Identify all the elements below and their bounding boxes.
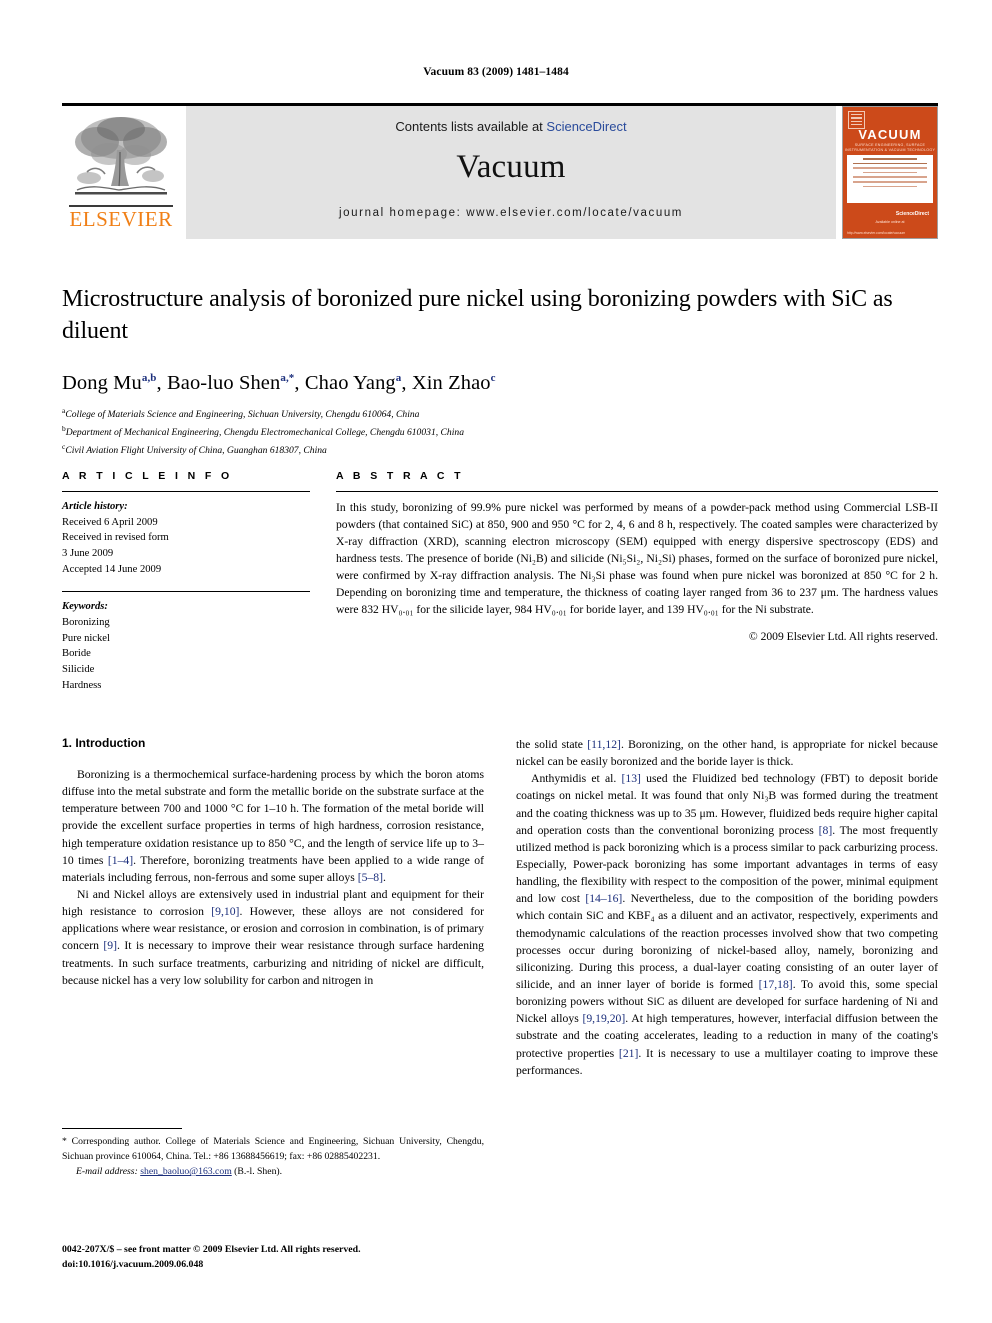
running-head: Vacuum 83 (2009) 1481–1484: [423, 66, 569, 78]
citation-ref[interactable]: [5–8]: [358, 871, 383, 884]
abstract-text: In this study, boronizing of 99.9% pure …: [336, 501, 938, 617]
cover-content-box: [847, 155, 933, 203]
author-marks: a,*: [280, 371, 295, 384]
abstract-copyright: © 2009 Elsevier Ltd. All rights reserved…: [748, 630, 938, 644]
history-item: 3 June 2009: [62, 548, 114, 560]
journal-title: Vacuum: [456, 149, 566, 185]
abstract-heading: A B S T R A C T: [336, 470, 464, 482]
paragraph: Anthymidis et al. [13] used the Fluidize…: [516, 772, 939, 1077]
article-info-column: A R T I C L E I N F O Article history: R…: [62, 470, 310, 693]
author-marks: a,b: [141, 371, 157, 384]
citation-ref[interactable]: [14–16]: [585, 892, 622, 905]
affiliation-text: College of Materials Science and Enginee…: [65, 409, 420, 421]
cover-title: VACUUM: [858, 127, 922, 142]
elsevier-wordmark: ELSEVIER: [69, 205, 173, 231]
paragraph: Boronizing is a thermochemical surface-h…: [62, 768, 484, 884]
affiliation-list: aCollege of Materials Science and Engine…: [62, 405, 938, 458]
affiliation-item: cCivil Aviation Flight University of Chi…: [62, 441, 938, 459]
author-name: Bao-luo Shen: [166, 371, 281, 394]
cover-sciencedirect-mark: ScienceDirect: [895, 211, 929, 217]
cover-subtitle: SURFACE ENGINEERING, SURFACE INSTRUMENTA…: [844, 143, 936, 153]
affiliation-item: bDepartment of Mechanical Engineering, C…: [62, 423, 938, 441]
paragraph: Ni and Nickel alloys are extensively use…: [62, 887, 484, 987]
title-block: Microstructure analysis of boronized pur…: [62, 284, 938, 459]
section-heading-introduction: 1. Introduction: [62, 736, 146, 750]
cover-url: http://www.elsevier.com/locate/vacuum: [847, 231, 906, 235]
paper-page: Vacuum 83 (2009) 1481–1484 ELSEVIER Cont…: [0, 0, 992, 1323]
paragraph: the solid state [11,12]. Boronizing, on …: [516, 738, 938, 769]
citation-ref[interactable]: [11,12]: [587, 738, 621, 751]
corresponding-author-note: * Corresponding author. College of Mater…: [62, 1136, 484, 1162]
journal-masthead: ELSEVIER Contents lists available at Sci…: [62, 103, 938, 239]
body-column-right: the solid state [11,12]. Boronizing, on …: [516, 736, 938, 1079]
article-info-rule: [62, 491, 310, 492]
page-title: Microstructure analysis of boronized pur…: [62, 286, 893, 344]
author-name: Chao Yang: [304, 371, 396, 394]
keyword-item: Silicide: [62, 664, 95, 676]
affiliation-text: Civil Aviation Flight University of Chin…: [65, 445, 327, 457]
abstract-rule: [336, 491, 938, 492]
contents-available-line: Contents lists available at ScienceDirec…: [395, 119, 626, 134]
citation-ref[interactable]: [9,19,20]: [582, 1012, 625, 1025]
author-name: Dong Mu: [62, 371, 142, 394]
sciencedirect-link[interactable]: ScienceDirect: [546, 119, 626, 134]
elsevier-logo: ELSEVIER: [62, 106, 180, 239]
cover-bottom-note: Available online at: [875, 220, 905, 225]
abstract-column: A B S T R A C T In this study, boronizin…: [336, 470, 938, 693]
email-note: E-mail address: shen_baoluo@163.com (B.-…: [62, 1166, 484, 1177]
info-abstract-section: A R T I C L E I N F O Article history: R…: [62, 470, 938, 693]
history-item: Received 6 April 2009: [62, 516, 158, 528]
article-info-heading: A R T I C L E I N F O: [62, 470, 233, 482]
imprint-line-doi: doi:10.1016/j.vacuum.2009.06.048: [62, 1258, 204, 1270]
body-column-left: 1. Introduction Boronizing is a thermoch…: [62, 736, 484, 1079]
keywords-block: Keywords: Boronizing Pure nickel Boride …: [62, 599, 310, 693]
affiliation-item: aCollege of Materials Science and Engine…: [62, 405, 938, 423]
citation-ref[interactable]: [8]: [819, 824, 833, 837]
keyword-item: Pure nickel: [62, 632, 110, 644]
citation-ref[interactable]: [9]: [103, 939, 117, 952]
contents-prefix-text: Contents lists available at: [395, 119, 547, 134]
citation-ref[interactable]: [1–4]: [108, 854, 133, 867]
masthead-center-panel: Contents lists available at ScienceDirec…: [186, 106, 836, 239]
history-item: Received in revised form: [62, 532, 169, 544]
imprint-line-issn: 0042-207X/$ – see front matter © 2009 El…: [62, 1244, 361, 1255]
citation-ref[interactable]: [17,18]: [759, 978, 793, 991]
email-label: E-mail address:: [76, 1166, 138, 1178]
keywords-rule: [62, 591, 310, 593]
citation-ref[interactable]: [9,10]: [211, 905, 239, 918]
author-list: Dong Mua,b, Bao-luo Shena,*, Chao Yanga,…: [62, 371, 496, 394]
journal-homepage-link[interactable]: journal homepage: www.elsevier.com/locat…: [339, 207, 683, 219]
citation-ref[interactable]: [13]: [621, 772, 640, 785]
footnote-rule: [62, 1128, 182, 1129]
author-name: Xin Zhao: [411, 371, 491, 394]
citation-ref[interactable]: [21]: [619, 1047, 638, 1060]
email-link[interactable]: shen_baoluo@163.com: [140, 1166, 232, 1177]
keywords-label: Keywords:: [62, 601, 108, 613]
keyword-item: Hardness: [62, 679, 102, 691]
email-suffix: (B.-l. Shen).: [234, 1166, 283, 1178]
author-marks: a: [395, 371, 402, 384]
affiliation-text: Department of Mechanical Engineering, Ch…: [65, 427, 464, 439]
elsevier-tree-icon: [75, 117, 167, 195]
article-history-block: Article history: Received 6 April 2009 R…: [62, 499, 310, 577]
history-item: Accepted 14 June 2009: [62, 563, 162, 575]
keyword-item: Boronizing: [62, 617, 110, 629]
imprint-block: 0042-207X/$ – see front matter © 2009 El…: [62, 1243, 622, 1272]
keyword-item: Boride: [62, 648, 91, 660]
journal-cover-thumbnail: VACUUM SURFACE ENGINEERING, SURFACE INST…: [842, 106, 938, 239]
author-marks: c: [490, 371, 496, 384]
article-history-label: Article history:: [62, 501, 128, 512]
footnote-block: * Corresponding author. College of Mater…: [62, 1128, 484, 1177]
body-columns: 1. Introduction Boronizing is a thermoch…: [62, 736, 938, 1079]
